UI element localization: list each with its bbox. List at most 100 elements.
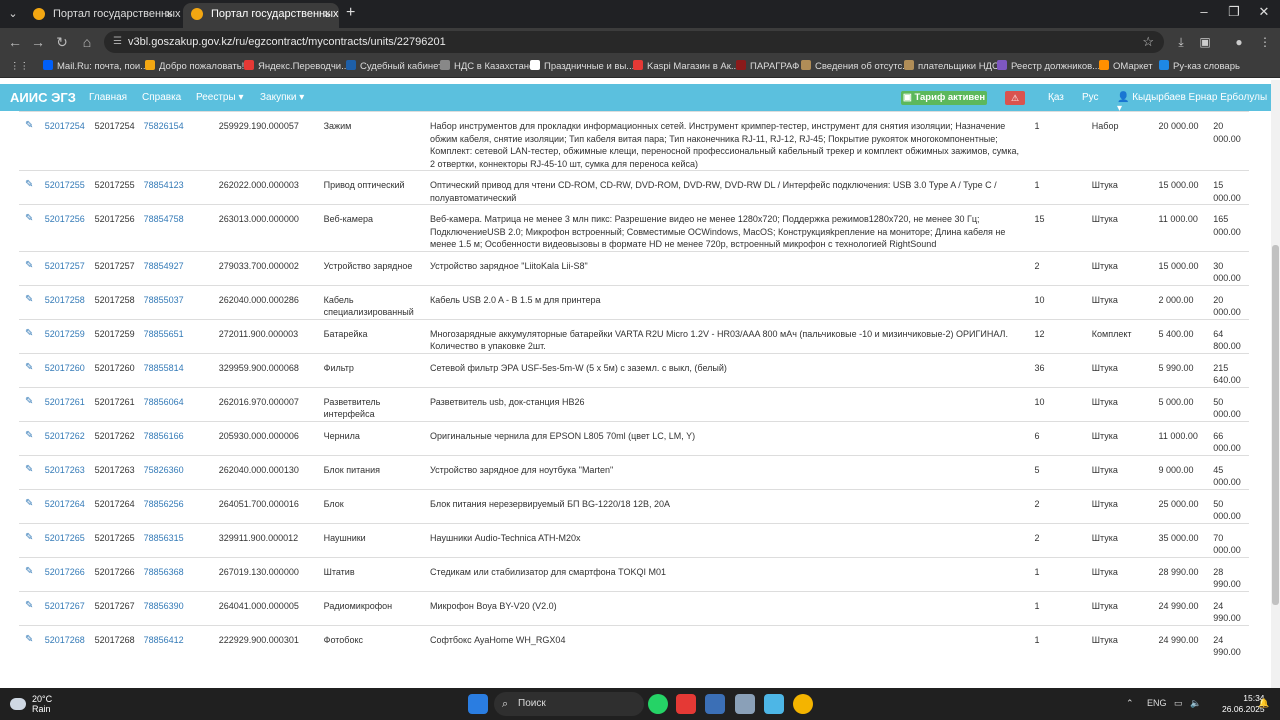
close-tab-icon[interactable]: ×: [323, 3, 331, 25]
whatsapp-icon[interactable]: [648, 694, 668, 714]
lang-indicator[interactable]: ENG: [1147, 698, 1167, 708]
extensions-icon[interactable]: ▣: [1196, 35, 1214, 49]
bookmark-item[interactable]: Судебный кабинет: [346, 60, 442, 74]
site-info-icon[interactable]: ☰: [113, 31, 122, 53]
lot-number-link[interactable]: 78855651: [139, 318, 215, 353]
unit-id-link[interactable]: 52017265: [40, 522, 91, 557]
notification-bell-icon[interactable]: ⚠: [1005, 91, 1025, 105]
edit-icon[interactable]: ✎: [19, 590, 41, 625]
bookmark-item[interactable]: Mail.Ru: почта, пои...: [43, 60, 148, 74]
edit-icon[interactable]: ✎: [19, 454, 41, 489]
bookmark-item[interactable]: Добро пожаловать!: [145, 60, 244, 74]
scrollbar-thumb[interactable]: [1272, 245, 1279, 605]
unit-id-link[interactable]: 52017268: [40, 624, 91, 659]
bookmark-item[interactable]: НДС в Казахстане: [440, 60, 534, 74]
unit-id-link[interactable]: 52017262: [40, 420, 91, 455]
windows-start-icon[interactable]: [468, 694, 488, 714]
profile-avatar-icon[interactable]: ●: [1230, 35, 1248, 49]
unit-id-link[interactable]: 52017264: [40, 488, 91, 523]
edit-icon[interactable]: ✎: [19, 488, 41, 523]
edit-icon[interactable]: ✎: [19, 556, 41, 591]
taskbar-search[interactable]: ⌕ Поиск: [494, 692, 644, 716]
minimize-icon[interactable]: –: [1194, 4, 1214, 19]
bookmark-item[interactable]: Яндекс.Переводчи...: [244, 60, 349, 74]
notification-icon[interactable]: 🔔: [1258, 698, 1269, 709]
edit-icon[interactable]: ✎: [19, 352, 41, 387]
volume-icon[interactable]: 🔈: [1190, 698, 1201, 709]
bookmark-item[interactable]: Ру-каз словарь: [1159, 60, 1240, 74]
edit-icon[interactable]: ✎: [19, 318, 41, 353]
close-tab-icon[interactable]: ×: [165, 3, 173, 25]
bookmark-item[interactable]: ОМаркет: [1099, 60, 1153, 74]
unit-id-link[interactable]: 52017258: [40, 284, 91, 319]
unit-id-link[interactable]: 52017257: [40, 250, 91, 285]
nav-home[interactable]: Главная: [89, 92, 127, 103]
restore-icon[interactable]: ❐: [1224, 4, 1244, 20]
tray-chevron-icon[interactable]: ⌃: [1126, 698, 1134, 709]
notepad-icon[interactable]: [764, 694, 784, 714]
files-icon[interactable]: [735, 694, 755, 714]
lang-rus[interactable]: Рус: [1082, 92, 1099, 103]
back-icon[interactable]: ←: [6, 34, 24, 50]
menu-icon[interactable]: ⋮: [1256, 35, 1274, 49]
home-icon[interactable]: ⌂: [78, 34, 96, 50]
lot-number-link[interactable]: 78854758: [139, 204, 215, 251]
browser-tab-2[interactable]: Портал государственных закуп ×: [183, 3, 339, 28]
lot-number-link[interactable]: 75826360: [139, 454, 215, 489]
close-window-icon[interactable]: ✕: [1254, 4, 1274, 20]
lot-number-link[interactable]: 78855814: [139, 352, 215, 387]
lot-number-link[interactable]: 75826154: [139, 111, 215, 171]
bookmark-item[interactable]: Сведения об отсутс...: [801, 60, 910, 74]
edit-icon[interactable]: ✎: [19, 250, 41, 285]
new-tab-icon[interactable]: +: [346, 4, 355, 22]
url-field[interactable]: ☰ v3bl.goszakup.gov.kz/ru/egzcontract/my…: [104, 31, 1164, 53]
nav-help[interactable]: Справка: [142, 92, 181, 103]
nav-registries[interactable]: Реестры ▾: [196, 92, 243, 103]
unit-id-link[interactable]: 52017256: [40, 204, 91, 251]
bookmark-item[interactable]: Праздничные и вы...: [530, 60, 634, 74]
edit-icon[interactable]: ✎: [19, 170, 41, 205]
lot-number-link[interactable]: 78856315: [139, 522, 215, 557]
unit-id-link[interactable]: 52017263: [40, 454, 91, 489]
unit-id-link[interactable]: 52017261: [40, 386, 91, 421]
lot-number-link[interactable]: 78856412: [139, 624, 215, 659]
edit-icon[interactable]: ✎: [19, 420, 41, 455]
lot-number-link[interactable]: 78855037: [139, 284, 215, 319]
bookmark-item[interactable]: Реестр должников...: [997, 60, 1100, 74]
edit-icon[interactable]: ✎: [19, 204, 41, 251]
bookmark-item[interactable]: Kaspi Магазин в Ак...: [633, 60, 739, 74]
chrome-icon[interactable]: [793, 694, 813, 714]
bookmark-item[interactable]: ПАРАГРАФ: [736, 60, 799, 74]
calculator-icon[interactable]: [705, 694, 725, 714]
edit-icon[interactable]: ✎: [19, 522, 41, 557]
page-scrollbar[interactable]: [1271, 80, 1280, 688]
lot-number-link[interactable]: 78856390: [139, 590, 215, 625]
edit-icon[interactable]: ✎: [19, 284, 41, 319]
lang-kaz[interactable]: Қаз: [1048, 92, 1064, 103]
brand-logo[interactable]: АИИС ЭГЗ: [10, 90, 76, 105]
bookmark-item[interactable]: плательщики НДС: [904, 60, 999, 74]
tariff-badge[interactable]: ▣ Тариф активен: [901, 91, 987, 105]
edit-icon[interactable]: ✎: [19, 386, 41, 421]
anydesk-icon[interactable]: [676, 694, 696, 714]
lot-number-link[interactable]: 78854927: [139, 250, 215, 285]
unit-id-link[interactable]: 52017259: [40, 318, 91, 353]
browser-tab-1[interactable]: Портал государственных закуп ×: [25, 3, 181, 28]
apps-icon[interactable]: ⋮⋮: [10, 60, 29, 74]
unit-id-link[interactable]: 52017254: [40, 111, 91, 171]
bookmark-star-icon[interactable]: ☆: [1142, 31, 1154, 53]
unit-id-link[interactable]: 52017267: [40, 590, 91, 625]
lot-number-link[interactable]: 78854123: [139, 170, 215, 205]
download-icon[interactable]: ⤓: [1172, 35, 1190, 50]
network-icon[interactable]: ▭: [1174, 698, 1183, 709]
unit-id-link[interactable]: 52017260: [40, 352, 91, 387]
lot-number-link[interactable]: 78856166: [139, 420, 215, 455]
lot-number-link[interactable]: 78856256: [139, 488, 215, 523]
lot-number-link[interactable]: 78856368: [139, 556, 215, 591]
lot-number-link[interactable]: 78856064: [139, 386, 215, 421]
unit-id-link[interactable]: 52017266: [40, 556, 91, 591]
unit-id-link[interactable]: 52017255: [40, 170, 91, 205]
tab-search-icon[interactable]: ⌄: [4, 5, 22, 23]
edit-icon[interactable]: ✎: [19, 111, 41, 171]
nav-purchases[interactable]: Закупки ▾: [260, 92, 304, 103]
